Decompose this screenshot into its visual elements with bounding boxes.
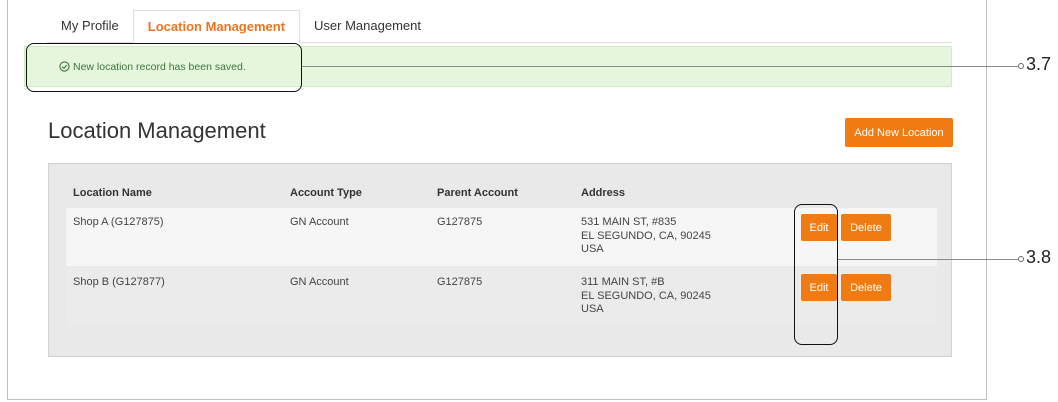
callout-line-edit (838, 259, 1018, 260)
parent-account-cell: G127875 (437, 216, 483, 228)
address-line-2: EL SEGUNDO, CA, 90245 (581, 229, 711, 242)
tab-user-management[interactable]: User Management (300, 10, 435, 42)
location-name-cell: Shop B (G127877) (73, 276, 165, 288)
callout-box-edit (794, 204, 838, 345)
address-line-1: 531 MAIN ST, #835 (581, 216, 677, 228)
callout-line-alert (302, 66, 1018, 67)
tab-my-profile[interactable]: My Profile (47, 10, 133, 42)
address-line-2: EL SEGUNDO, CA, 90245 (581, 289, 711, 302)
delete-button[interactable]: Delete (841, 214, 891, 241)
address-cell: 311 MAIN ST, #B EL SEGUNDO, CA, 90245 US… (581, 276, 711, 317)
callout-dot-edit (1018, 256, 1024, 262)
column-header-address: Address (581, 187, 626, 199)
callout-label-alert: 3.7 (1026, 54, 1052, 74)
add-new-location-button[interactable]: Add New Location (845, 118, 953, 147)
column-header-parent-account: Parent Account (437, 187, 518, 199)
location-name-cell: Shop A (G127875) (73, 216, 164, 228)
account-type-cell: GN Account (290, 276, 349, 288)
callout-box-alert (26, 43, 302, 92)
page-title: Location Management (48, 118, 266, 143)
address-cell: 531 MAIN ST, #835 EL SEGUNDO, CA, 90245 … (581, 216, 711, 257)
address-line-1: 311 MAIN ST, #B (581, 276, 665, 288)
callout-label-edit: 3.8 (1026, 247, 1052, 267)
delete-button[interactable]: Delete (841, 274, 891, 301)
address-line-3: USA (581, 243, 604, 255)
column-header-location-name: Location Name (73, 187, 152, 199)
tab-bar: My Profile Location Management User Mana… (47, 10, 952, 43)
address-line-3: USA (581, 303, 604, 315)
callout-dot-alert (1018, 63, 1024, 69)
account-type-cell: GN Account (290, 216, 349, 228)
tab-location-management[interactable]: Location Management (132, 10, 301, 43)
parent-account-cell: G127875 (437, 276, 483, 288)
column-header-account-type: Account Type (290, 187, 362, 199)
